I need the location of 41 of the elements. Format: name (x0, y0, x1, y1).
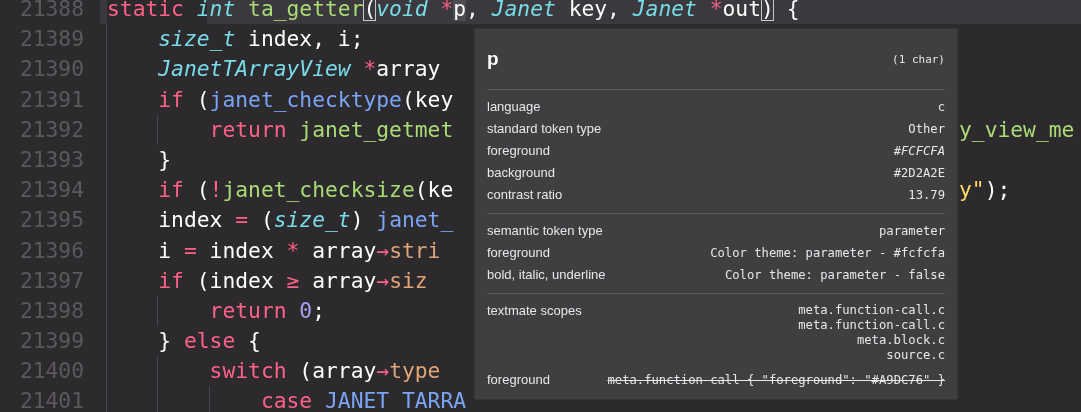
property-value: meta.function-call { "foreground": "#A9DC76" } (607, 372, 945, 389)
property-value: c (937, 99, 945, 116)
code-line: y_view_me (959, 115, 1075, 144)
code-line: y"); (959, 176, 1011, 205)
property-label: background (487, 164, 555, 182)
property-label: standard token type (487, 120, 602, 138)
code-line: if (index ≥ array→siz (107, 267, 428, 293)
code-line: if (janet_checktype(key (107, 86, 454, 112)
property-label: language (487, 98, 541, 116)
code-line: static int ta_getter(void *p, Janet key, Janet *out) { (107, 0, 800, 21)
property-label: bold, italic, underline (487, 266, 606, 284)
code-line: return 0; (107, 297, 325, 323)
property-label: foreground (487, 142, 550, 160)
property-label: semantic token type (487, 222, 603, 240)
property-value: Color theme: parameter - false (724, 267, 945, 284)
property-value: #FCFCFA (893, 143, 945, 160)
property-label: foreground (487, 244, 550, 262)
code-line: } (107, 146, 172, 172)
code-line: case JANET_TARRA (107, 388, 467, 412)
scope-value: meta.block.c (856, 333, 945, 348)
property-label: contrast ratio (487, 186, 563, 204)
code-line: size_t index, i; (107, 26, 364, 52)
token-length: (1 char) (892, 52, 945, 66)
code-line: JanetTArrayView *array (107, 56, 441, 82)
property-value: Color theme: parameter - #fcfcfa (710, 245, 945, 262)
token-title: p (487, 48, 499, 70)
code-line: switch (array→type (107, 358, 441, 384)
scope-value: meta.function-call.c (798, 318, 945, 333)
code-line: if (!janet_checksize(ke (107, 177, 454, 203)
scope-value: meta.function-call.c (798, 303, 945, 318)
property-label: textmate scopes (487, 302, 582, 320)
scope-value: source.c (886, 348, 945, 363)
code-line: index = (size_t) janet_ (107, 207, 454, 233)
code-line: return janet_getmet (107, 116, 454, 142)
property-value: parameter (878, 223, 945, 240)
property-value: 13.79 (908, 187, 945, 204)
code-line: } else { (107, 328, 261, 354)
code-line: i = index * array→stri (107, 237, 441, 263)
property-value: Other (908, 121, 945, 138)
property-label: foreground (487, 371, 550, 389)
property-value: #2D2A2E (893, 165, 945, 182)
